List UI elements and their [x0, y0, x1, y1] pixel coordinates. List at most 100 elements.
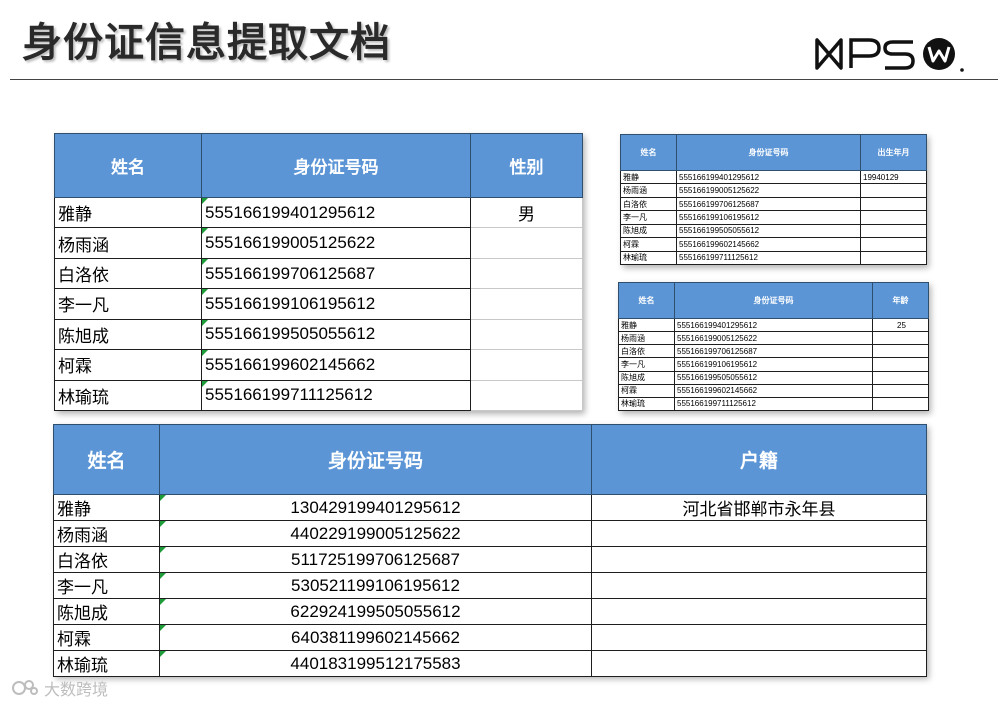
cell-value[interactable] [591, 546, 927, 573]
cell-name[interactable]: 林瑜琉 [54, 379, 202, 412]
cell-value[interactable] [860, 223, 927, 239]
cell-id-number[interactable]: 555166199602145662 [201, 349, 471, 381]
cell-value[interactable] [860, 196, 927, 212]
cell-id-number[interactable]: 440229199005125622 [159, 520, 592, 547]
cell-value[interactable] [591, 650, 927, 677]
column-header-id-number[interactable]: 身份证号码 [201, 133, 471, 198]
cell-id-number[interactable]: 555166199106195612 [674, 357, 873, 372]
cell-id-number[interactable]: 555166199505055612 [676, 223, 861, 239]
cell-name[interactable]: 陈旭成 [620, 223, 677, 239]
column-header-name[interactable]: 姓名 [54, 133, 202, 198]
cell-name[interactable]: 白洛依 [54, 257, 202, 290]
cell-id-number[interactable]: 622924199505055612 [159, 598, 592, 625]
cell-id-number[interactable]: 555166199401295612 [674, 317, 873, 333]
cell-id-number[interactable]: 555166199602145662 [674, 383, 873, 398]
cell-name[interactable]: 李一凡 [53, 572, 160, 599]
cell-value[interactable] [470, 379, 583, 412]
cell-name[interactable]: 林瑜琉 [53, 650, 160, 677]
cell-value[interactable] [591, 598, 927, 625]
column-header-id-number[interactable]: 身份证号码 [674, 282, 873, 319]
cell-id-number[interactable]: 530521199106195612 [159, 572, 592, 599]
cell-value[interactable] [860, 250, 927, 266]
cell-id-number[interactable]: 555166199505055612 [201, 318, 471, 351]
cell-name[interactable]: 柯霖 [620, 237, 677, 252]
column-header-name[interactable]: 姓名 [53, 424, 160, 495]
cell-value[interactable] [470, 318, 583, 351]
cell-id-number[interactable]: 555166199005125622 [674, 331, 873, 346]
column-header-value[interactable]: 性别 [470, 133, 583, 198]
cell-name[interactable]: 李一凡 [620, 210, 677, 225]
cell-value[interactable] [470, 349, 583, 381]
cell-value[interactable] [860, 237, 927, 252]
cell-id-number[interactable]: 555166199602145662 [676, 237, 861, 252]
cell-name[interactable]: 李一凡 [618, 357, 675, 372]
cell-value[interactable] [872, 383, 929, 398]
cell-id-number[interactable]: 511725199706125687 [159, 546, 592, 573]
column-header-name[interactable]: 姓名 [620, 134, 677, 171]
cell-name[interactable]: 杨雨涵 [54, 227, 202, 259]
column-header-value[interactable]: 年龄 [872, 282, 929, 319]
cell-name[interactable]: 雅静 [620, 169, 677, 185]
cell-name[interactable]: 柯霖 [53, 624, 160, 651]
cell-id-number[interactable]: 555166199106195612 [201, 288, 471, 320]
cell-name[interactable]: 杨雨涵 [620, 183, 677, 198]
cell-value[interactable]: 河北省邯郸市永年县 [591, 494, 927, 521]
cell-value[interactable] [872, 331, 929, 346]
cell-id-number[interactable]: 555166199711125612 [676, 250, 861, 266]
cell-id-number[interactable]: 555166199401295612 [676, 169, 861, 185]
cell-value[interactable] [470, 227, 583, 259]
cell-id-number[interactable]: 555166199401295612 [201, 196, 471, 229]
table-row: 柯霖 555166199602145662 [618, 383, 929, 398]
cell-name[interactable]: 柯霖 [54, 349, 202, 381]
cell-id-number[interactable]: 555166199706125687 [201, 257, 471, 290]
cell-name[interactable]: 雅静 [618, 317, 675, 333]
cell-name[interactable]: 陈旭成 [54, 318, 202, 351]
column-header-id-number[interactable]: 身份证号码 [676, 134, 861, 171]
cell-name[interactable]: 杨雨涵 [53, 520, 160, 547]
column-header-value[interactable]: 出生年月 [860, 134, 927, 171]
cell-name[interactable]: 白洛依 [620, 196, 677, 212]
cell-value[interactable] [470, 257, 583, 290]
column-header-value[interactable]: 户籍 [591, 424, 927, 495]
cell-name[interactable]: 白洛依 [53, 546, 160, 573]
cell-value[interactable] [591, 520, 927, 547]
cell-name[interactable]: 杨雨涵 [618, 331, 675, 346]
cell-name[interactable]: 雅静 [53, 494, 160, 521]
cell-value[interactable]: 19940129 [860, 169, 927, 185]
column-header-id-number[interactable]: 身份证号码 [159, 424, 592, 495]
cell-value[interactable]: 男 [470, 196, 583, 229]
cell-name[interactable]: 林瑜琉 [620, 250, 677, 266]
cell-id-number[interactable]: 440183199512175583 [159, 650, 592, 677]
wps-w-circle-icon [923, 38, 955, 70]
cell-id-number[interactable]: 555166199711125612 [201, 379, 471, 412]
cell-name[interactable]: 柯霖 [618, 383, 675, 398]
cell-id-number[interactable]: 555166199711125612 [674, 396, 873, 412]
cell-id-number[interactable]: 555166199706125687 [674, 344, 873, 359]
cell-value[interactable] [872, 370, 929, 385]
cell-value[interactable] [591, 624, 927, 651]
cell-value[interactable]: 25 [872, 317, 929, 333]
cell-id-number[interactable]: 640381199602145662 [159, 624, 592, 651]
cell-name[interactable]: 陈旭成 [53, 598, 160, 625]
cell-name[interactable]: 林瑜琉 [618, 396, 675, 412]
cell-value[interactable] [872, 357, 929, 372]
cell-id-number[interactable]: 555166199005125622 [201, 227, 471, 259]
cell-id-number[interactable]: 130429199401295612 [159, 494, 592, 521]
cell-id-number[interactable]: 555166199005125622 [676, 183, 861, 198]
cell-id-number[interactable]: 555166199505055612 [674, 370, 873, 385]
cell-value[interactable] [591, 572, 927, 599]
cell-value[interactable] [872, 396, 929, 412]
table-row: 白洛依 511725199706125687 [53, 546, 927, 573]
cell-id-number[interactable]: 555166199706125687 [676, 196, 861, 212]
cell-name[interactable]: 雅静 [54, 196, 202, 229]
column-header-name[interactable]: 姓名 [618, 282, 675, 319]
cell-id-number[interactable]: 555166199106195612 [676, 210, 861, 225]
cell-name[interactable]: 白洛依 [618, 344, 675, 359]
cell-name[interactable]: 陈旭成 [618, 370, 675, 385]
cell-value[interactable] [470, 288, 583, 320]
cell-name[interactable]: 李一凡 [54, 288, 202, 320]
cell-value[interactable] [860, 210, 927, 225]
cell-value[interactable] [872, 344, 929, 359]
wps-logo [815, 34, 985, 74]
cell-value[interactable] [860, 183, 927, 198]
